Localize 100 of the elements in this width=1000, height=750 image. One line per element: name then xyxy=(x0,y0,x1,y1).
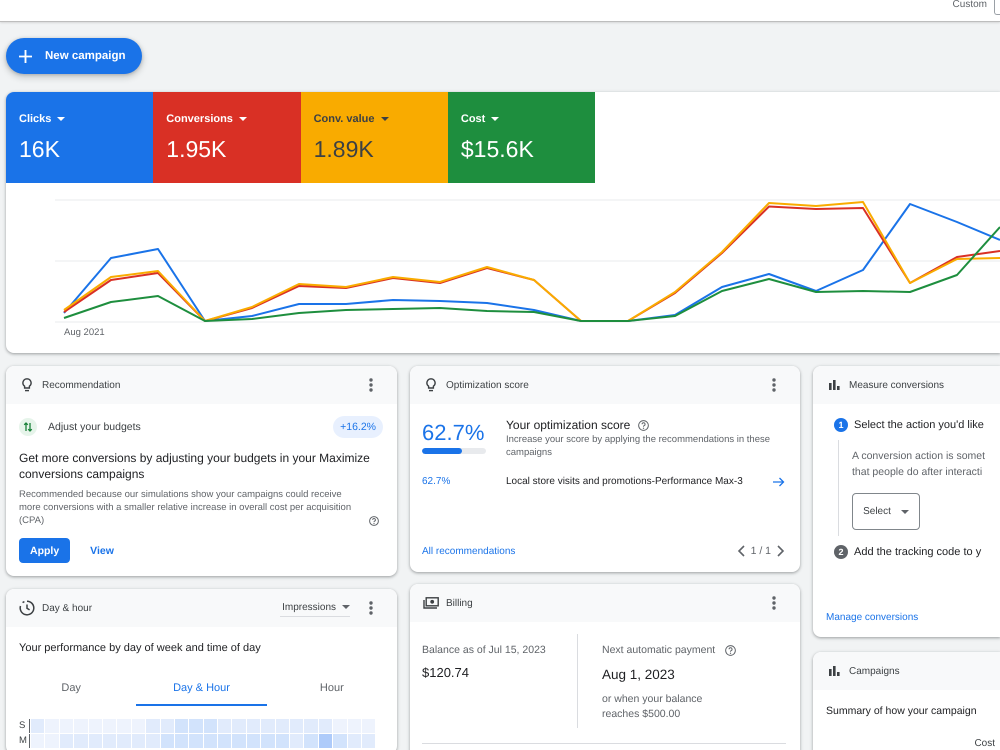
select-dropdown[interactable]: Select xyxy=(852,493,920,530)
more-icon[interactable] xyxy=(369,601,373,615)
heatmap-cell xyxy=(232,734,246,748)
metric-label: Clicks xyxy=(19,112,52,126)
heatmap-cell xyxy=(304,719,318,733)
tab[interactable]: Day xyxy=(6,671,136,706)
card-title: Optimization score xyxy=(446,380,530,390)
balance-amount: $120.74 xyxy=(422,664,470,682)
heatmap-cell xyxy=(218,734,232,748)
heatmap-cell xyxy=(204,719,218,733)
column-header: Cost xyxy=(974,738,995,749)
metric-label: Cost xyxy=(460,112,486,126)
bar-chart-icon xyxy=(828,380,840,390)
caret-icon xyxy=(238,117,247,121)
metric-tile[interactable]: Conv. value 1.89K xyxy=(300,92,448,183)
lightbulb-icon xyxy=(22,378,32,392)
heatmap-cell xyxy=(276,734,290,748)
heatmap-cell xyxy=(232,719,246,733)
optimization-description: Increase your score by applying the recommendations in these campaigns xyxy=(506,433,772,459)
caret-icon xyxy=(900,510,909,514)
heatmap-cell xyxy=(348,734,361,748)
chevron-right-icon[interactable] xyxy=(777,545,785,557)
metric-value: $15.6K xyxy=(460,135,535,163)
heatmap-cell xyxy=(174,734,188,748)
view-link[interactable]: View xyxy=(90,544,114,556)
campaigns-summary: Summary of how your campaign xyxy=(826,704,978,718)
caret-icon xyxy=(342,605,350,609)
more-icon[interactable] xyxy=(772,378,776,392)
lightbulb-icon xyxy=(426,378,436,392)
bar-chart-icon xyxy=(828,666,840,676)
page-indicator: 1 / 1 xyxy=(750,545,771,557)
balance-label: Balance as of Jul 15, 2023 xyxy=(422,643,547,657)
new-campaign-button[interactable]: New campaign xyxy=(6,38,142,74)
day-label: S xyxy=(19,719,26,733)
heatmap-cell xyxy=(102,719,116,733)
clock-icon xyxy=(19,600,35,616)
heatmap-cell xyxy=(261,719,275,733)
heatmap-cell xyxy=(189,734,203,748)
optimization-heading: Your optimization score xyxy=(506,418,630,433)
heatmap-cell xyxy=(333,719,347,733)
recommendation-description: Recommended because our simulations show your campaigns could receive more conversions with a smaller relative increase in overall cost per acquisition (CPA) xyxy=(19,488,352,527)
caret-icon xyxy=(491,117,500,121)
heatmap-cell xyxy=(31,734,44,748)
heatmap-cell xyxy=(348,719,361,733)
heatmap-cell xyxy=(189,719,203,733)
tab[interactable]: Hour xyxy=(266,671,397,706)
chevron-left-icon[interactable] xyxy=(736,545,745,557)
plus-icon xyxy=(19,50,32,62)
heatmap-cell xyxy=(362,719,376,733)
all-recommendations-link[interactable]: All recommendations xyxy=(422,546,516,556)
heatmap-cell xyxy=(204,734,218,748)
more-icon[interactable] xyxy=(772,596,776,610)
apply-button[interactable]: Apply xyxy=(19,538,70,563)
metric-label: Conv. value xyxy=(314,112,375,126)
tab[interactable]: Day & Hour xyxy=(136,671,267,706)
heatmap-cell xyxy=(276,719,290,733)
step-label: Select the action you'd like xyxy=(854,419,984,431)
card-title: Measure conversions xyxy=(849,380,946,390)
metric-tile[interactable]: Conversions 1.95K xyxy=(153,92,301,183)
heatmap-cell xyxy=(160,734,174,748)
heatmap-cell xyxy=(318,719,332,733)
caret-icon xyxy=(57,117,66,121)
metric-value: 1.95K xyxy=(166,135,228,163)
step-label: Add the tracking code to y xyxy=(854,546,982,558)
manage-conversions-link[interactable]: Manage conversions xyxy=(826,612,918,623)
more-icon[interactable] xyxy=(369,378,373,392)
card-title: Billing xyxy=(446,598,474,608)
metric-tile[interactable]: Clicks 16K xyxy=(6,92,154,183)
heatmap-cell xyxy=(88,734,102,748)
heatmap-cell xyxy=(146,734,160,748)
heatmap-cell xyxy=(117,734,131,748)
next-payment-note: or when your balance reaches $500.00 xyxy=(602,692,704,722)
date-range-field[interactable] xyxy=(994,0,1000,15)
metric-dropdown[interactable]: Impressions xyxy=(280,600,350,616)
heatmap-cell xyxy=(45,719,59,733)
heatmap-cell xyxy=(146,719,160,733)
next-payment-label: Next automatic payment xyxy=(602,643,716,657)
heatmap-cell xyxy=(31,719,44,733)
axis-label: Aug 2021 xyxy=(64,327,105,339)
caret-icon xyxy=(380,117,389,121)
arrow-right-icon[interactable] xyxy=(773,477,785,487)
heatmap-cell xyxy=(74,734,88,748)
date-range-label: Custom xyxy=(952,0,987,10)
help-icon[interactable] xyxy=(638,420,650,431)
help-icon[interactable] xyxy=(725,644,736,656)
card-title: Day & hour xyxy=(42,602,94,614)
day-label: M xyxy=(19,734,28,748)
heatmap-cell xyxy=(102,734,116,748)
next-payment-date: Aug 1, 2023 xyxy=(602,666,676,684)
step-description: A conversion action is somet that people do after interacti xyxy=(852,449,986,480)
campaign-name[interactable]: Local store visits and promotions-Performance Max-3 xyxy=(506,475,773,489)
step-number: 1 xyxy=(834,418,848,432)
heatmap-cell xyxy=(261,734,275,748)
heatmap-cell xyxy=(218,719,232,733)
metric-value: 1.89K xyxy=(314,135,375,163)
help-icon[interactable] xyxy=(369,516,379,526)
metric-tile[interactable]: Cost $15.6K xyxy=(448,92,596,183)
heatmap-cell xyxy=(60,734,74,748)
heatmap-cell xyxy=(60,719,74,733)
heatmap-cell xyxy=(333,734,347,748)
